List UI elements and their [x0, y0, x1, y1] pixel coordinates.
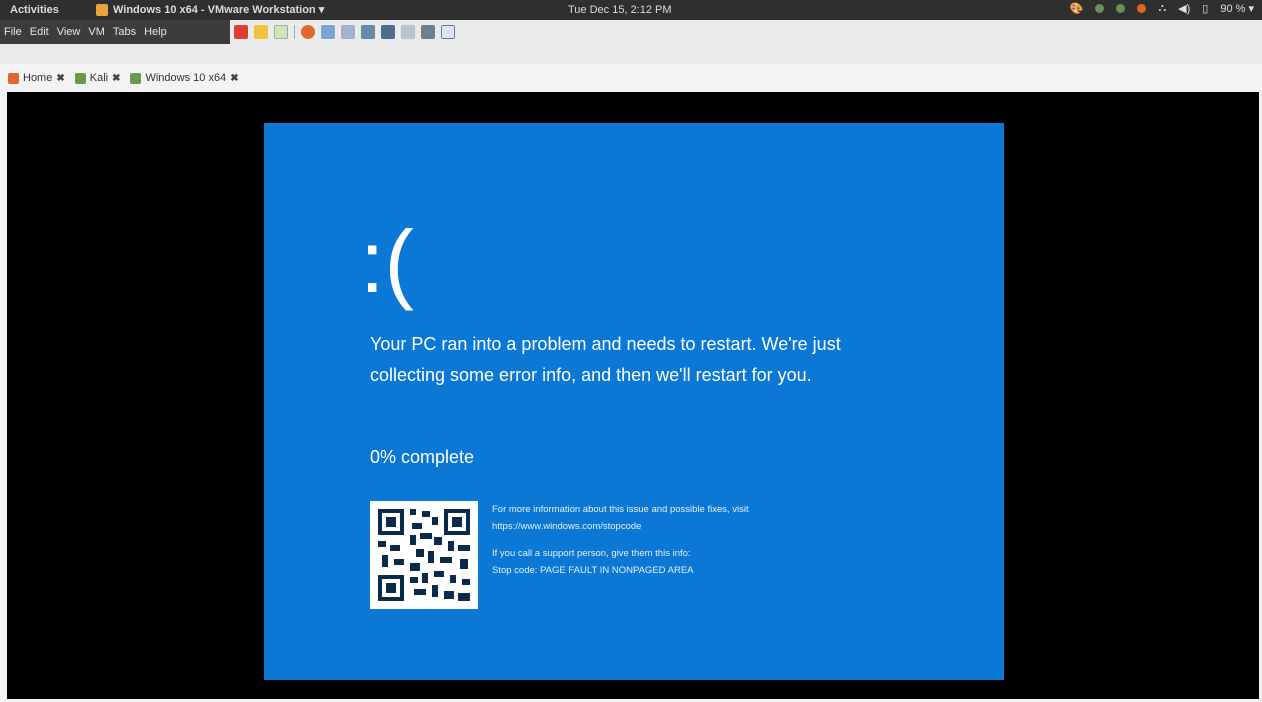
stop-info: For more information about this issue an…: [492, 501, 749, 579]
tab-home[interactable]: Home ✖: [8, 72, 65, 84]
power-off-icon[interactable]: [234, 25, 248, 39]
vmware-menubar: File Edit View VM Tabs Help Home ✖ Kali …: [0, 20, 1262, 84]
tab-label: Kali: [89, 72, 109, 84]
suspend-icon[interactable]: [254, 25, 268, 39]
system-tray[interactable]: 🎨 ⛬ ◀) ▯ 90 % ▾: [1070, 2, 1254, 15]
vm-toolbar: [230, 22, 455, 42]
dot-icon[interactable]: [1116, 4, 1126, 13]
vm-tabs: Home ✖ Kali ✖ Windows 10 x64 ✖: [0, 68, 239, 88]
stop-code: Stop code: PAGE FAULT IN NONPAGED AREA: [492, 565, 694, 576]
gnome-top-bar: Activities Windows 10 x64 - VMware Works…: [0, 0, 1262, 20]
menu-help[interactable]: Help: [144, 26, 167, 38]
info-line: For more information about this issue an…: [492, 504, 749, 515]
battery-percent[interactable]: 90 % ▾: [1220, 2, 1254, 15]
vmware-app-icon: [96, 3, 108, 16]
home-icon: [8, 72, 19, 84]
sad-face: :(: [360, 212, 414, 311]
volume-icon[interactable]: ◀): [1178, 2, 1190, 15]
activities-button[interactable]: Activities: [10, 4, 59, 16]
battery-icon[interactable]: ▯: [1202, 2, 1208, 15]
close-icon[interactable]: ✖: [112, 73, 120, 84]
ubuntu-icon[interactable]: [1137, 4, 1147, 13]
menu-view[interactable]: View: [57, 26, 81, 38]
menu-list: File Edit View VM Tabs Help: [0, 20, 230, 44]
close-icon[interactable]: ✖: [230, 73, 238, 84]
snapshot-manager-icon[interactable]: [341, 25, 355, 39]
unity-icon[interactable]: [441, 25, 455, 39]
tab-kali[interactable]: Kali ✖: [74, 72, 120, 84]
tab-windows-10[interactable]: Windows 10 x64 ✖: [130, 72, 239, 84]
app-title: Windows 10 x64 - VMware Workstation ▾: [113, 4, 325, 16]
revert-snapshot-icon[interactable]: [301, 25, 315, 39]
toolbar-separator: [294, 25, 295, 39]
menu-vm[interactable]: VM: [88, 26, 105, 38]
menu-file[interactable]: File: [4, 26, 22, 38]
dot-icon[interactable]: [1095, 4, 1105, 13]
blue-screen: :( Your PC ran into a problem and needs …: [264, 123, 1004, 680]
clock[interactable]: Tue Dec 15, 2:12 PM: [568, 4, 672, 16]
tab-label: Home: [23, 72, 53, 84]
progress-text: 0% complete: [370, 447, 475, 467]
vm-icon: [74, 72, 86, 84]
paint-icon[interactable]: 🎨: [1070, 2, 1084, 15]
info-url: https://www.windows.com/stopcode: [492, 521, 642, 532]
qr-code-graphic: [370, 501, 478, 609]
library-icon[interactable]: [361, 25, 375, 39]
network-icon[interactable]: ⛬: [1158, 2, 1166, 15]
menu-tabs[interactable]: Tabs: [113, 26, 136, 38]
fullscreen-icon[interactable]: [421, 25, 435, 39]
vm-icon: [130, 72, 142, 84]
error-message: Your PC ran into a problem and needs to …: [370, 334, 841, 385]
vm-display[interactable]: :( Your PC ran into a problem and needs …: [7, 92, 1259, 699]
support-line: If you call a support person, give them …: [492, 548, 691, 559]
app-menu[interactable]: Windows 10 x64 - VMware Workstation ▾: [96, 3, 324, 16]
tab-label: Windows 10 x64: [145, 72, 227, 84]
take-snapshot-icon[interactable]: [321, 25, 335, 39]
console-icon[interactable]: [401, 25, 415, 39]
close-icon[interactable]: ✖: [56, 73, 64, 84]
play-icon[interactable]: [274, 25, 288, 39]
qr-code: [370, 501, 478, 609]
thumbnail-icon[interactable]: [381, 25, 395, 39]
menu-edit[interactable]: Edit: [30, 26, 49, 38]
